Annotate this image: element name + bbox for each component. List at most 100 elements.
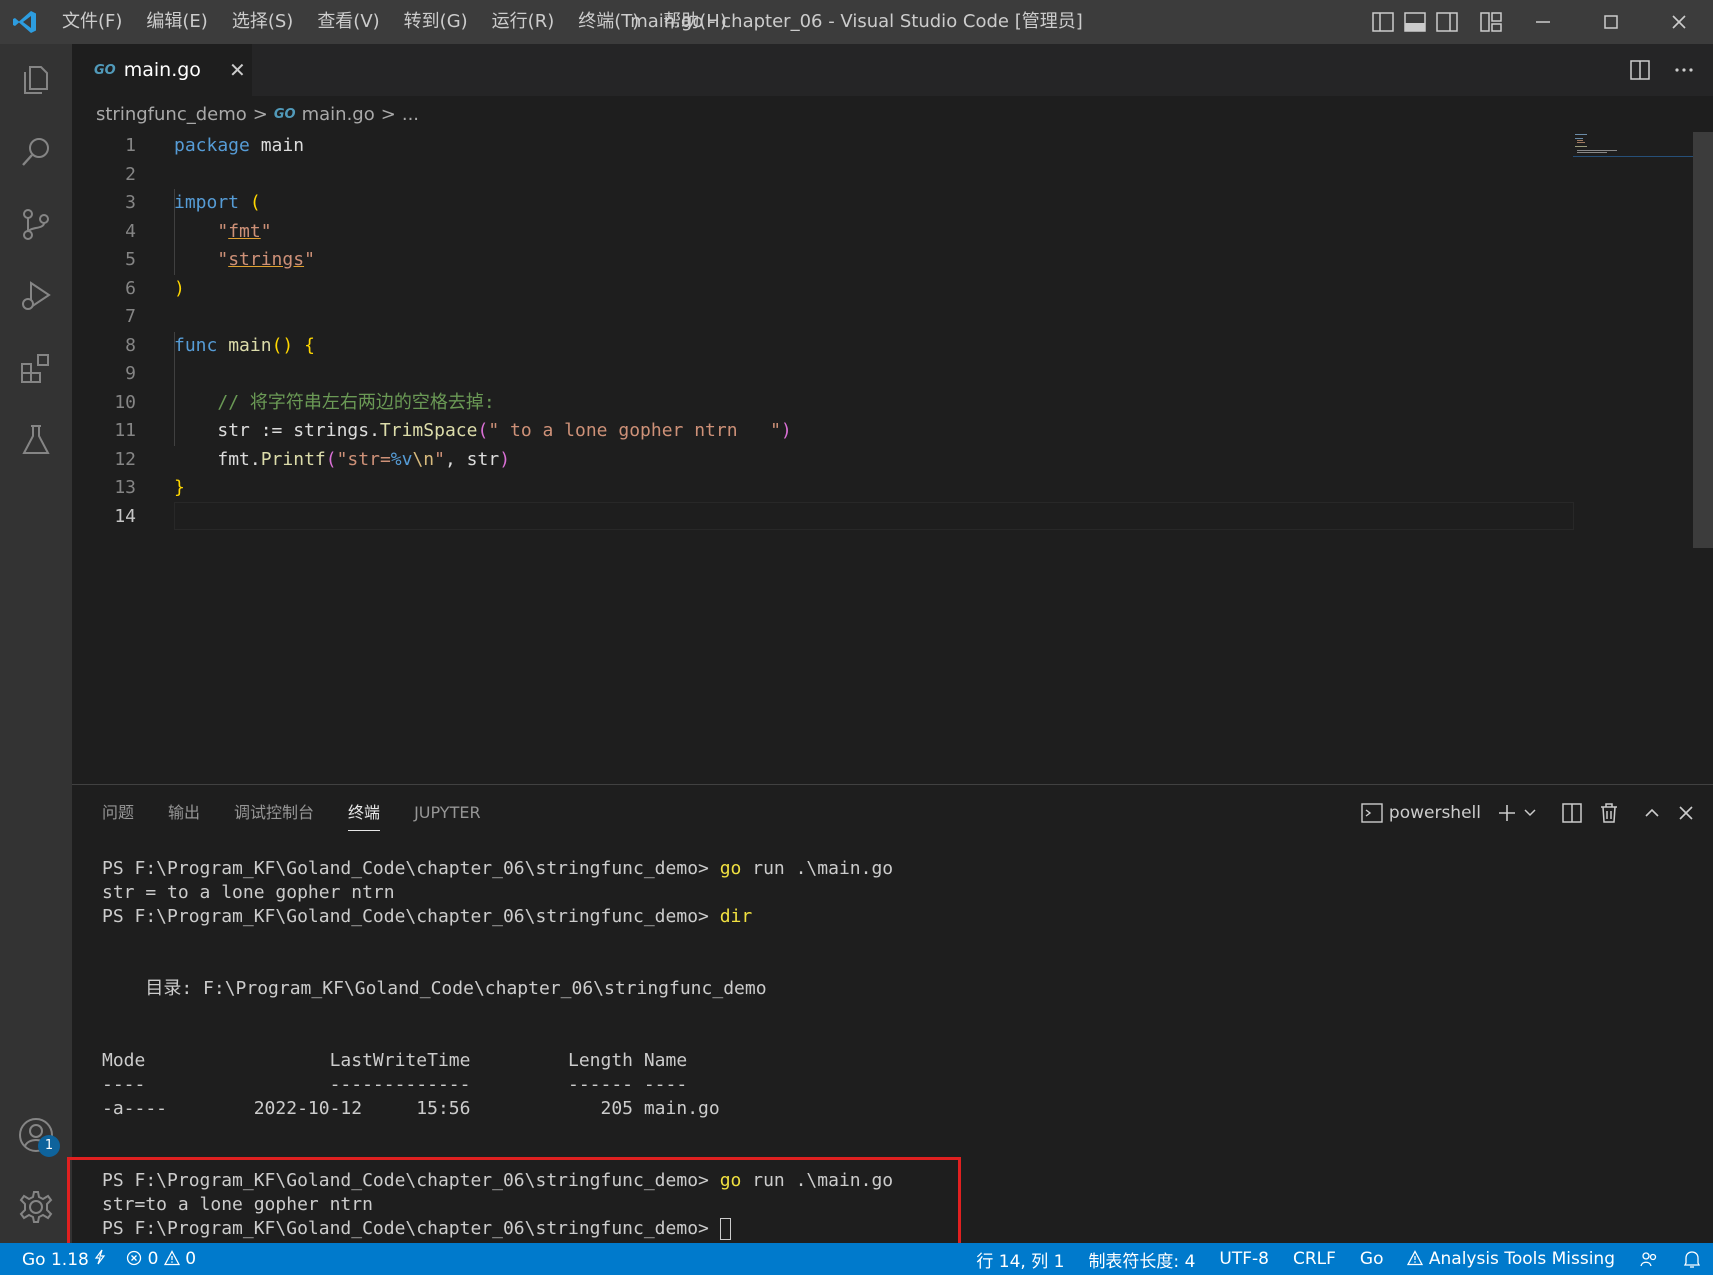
- search-button[interactable]: [0, 116, 72, 188]
- terminal-prompt: PS F:\Program_KF\Goland_Code\chapter_06\…: [102, 858, 720, 879]
- menu-go[interactable]: 转到(G): [392, 0, 480, 44]
- escape-sequence: \n: [412, 448, 435, 470]
- encoding[interactable]: UTF-8: [1219, 1249, 1269, 1269]
- layout-controls: [1371, 0, 1503, 44]
- source-control-button[interactable]: [0, 188, 72, 260]
- toggle-primary-sidebar-icon[interactable]: [1371, 11, 1395, 33]
- manage-button[interactable]: [0, 1171, 72, 1243]
- accounts-button[interactable]: 1: [0, 1099, 72, 1171]
- code-line: 5 "strings": [72, 246, 1572, 275]
- warning-icon: [1407, 1250, 1424, 1266]
- close-panel-icon[interactable]: [1677, 804, 1695, 822]
- menu-terminal[interactable]: 终端(T): [566, 0, 651, 44]
- maximize-button[interactable]: [1577, 0, 1645, 44]
- menu-edit[interactable]: 编辑(E): [134, 0, 219, 44]
- cursor-position[interactable]: 行 14, 列 1: [976, 1247, 1064, 1272]
- new-terminal-icon[interactable]: [1497, 803, 1517, 823]
- explorer-button[interactable]: [0, 44, 72, 116]
- tab-label: main.go: [123, 59, 201, 81]
- customize-layout-icon[interactable]: [1479, 11, 1503, 33]
- bracket: ): [499, 448, 511, 470]
- bracket: }: [174, 477, 185, 498]
- split-terminal-icon[interactable]: [1561, 802, 1583, 824]
- string-quote: ": [304, 249, 315, 270]
- code-line: 4 "fmt": [72, 218, 1572, 247]
- bracket: (: [249, 192, 261, 213]
- line-number: 7: [125, 306, 136, 327]
- bell-icon[interactable]: [1683, 1249, 1701, 1269]
- code-editor[interactable]: 1 package main 2 3 import ( 4 "fmt" 5 "str…: [72, 132, 1713, 784]
- close-window-button[interactable]: [1645, 0, 1713, 44]
- problems-summary[interactable]: 0 0: [126, 1249, 196, 1269]
- menu-view[interactable]: 查看(V): [305, 0, 391, 44]
- extensions-icon: [21, 354, 49, 383]
- panel-actions: powershell: [1361, 785, 1695, 841]
- extensions-button[interactable]: [0, 332, 72, 404]
- testing-icon: [22, 425, 50, 454]
- code-line: 2: [72, 161, 1572, 190]
- error-icon: [127, 1250, 142, 1266]
- menu-help[interactable]: 帮助(H): [651, 0, 739, 44]
- bracket: (: [325, 448, 337, 470]
- menu-selection[interactable]: 选择(S): [220, 0, 305, 44]
- tab-close-icon[interactable]: ✕: [229, 58, 246, 82]
- tab-main-go[interactable]: GO main.go ✕: [72, 44, 252, 96]
- terminal-line: 目录: F:\Program_KF\Goland_Code\chapter_06…: [102, 978, 767, 999]
- tab-jupyter[interactable]: JUPYTER: [414, 785, 481, 841]
- split-editor-icon[interactable]: [1629, 59, 1651, 81]
- breadcrumb-file[interactable]: main.go: [302, 104, 375, 125]
- breadcrumb-folder[interactable]: stringfunc_demo: [96, 104, 247, 125]
- code-line: 8 func main() {: [72, 332, 1572, 361]
- feedback-icon[interactable]: [1639, 1249, 1659, 1269]
- trash-icon[interactable]: [1599, 802, 1619, 824]
- indentation[interactable]: 制表符长度: 4: [1088, 1247, 1195, 1272]
- line-number-active: 14: [114, 505, 136, 527]
- run-debug-button[interactable]: [0, 260, 72, 332]
- terminal-icon: [1361, 803, 1383, 823]
- bracket: (: [477, 420, 489, 441]
- tab-output[interactable]: 输出: [168, 785, 200, 841]
- go-file-icon: GO: [94, 62, 116, 78]
- line-number: 8: [125, 334, 136, 356]
- end-of-line[interactable]: CRLF: [1293, 1249, 1336, 1269]
- bracket: ): [780, 420, 792, 441]
- toggle-panel-icon[interactable]: [1403, 11, 1427, 33]
- tab-problems[interactable]: 问题: [102, 785, 134, 841]
- terminal-line: Mode LastWriteTime Length Name: [102, 1050, 688, 1071]
- more-actions-icon[interactable]: [1673, 59, 1695, 81]
- tab-debug-console[interactable]: 调试控制台: [234, 785, 314, 841]
- breadcrumb-more[interactable]: ...: [402, 104, 419, 125]
- editor-scrollbar[interactable]: [1693, 132, 1713, 548]
- chevron-down-icon[interactable]: [1523, 806, 1537, 820]
- bracket: {: [304, 334, 315, 356]
- analysis-tools-missing[interactable]: Analysis Tools Missing: [1407, 1249, 1615, 1269]
- menu-bar: 文件(F) 编辑(E) 选择(S) 查看(V) 转到(G) 运行(R) 终端(T…: [50, 0, 739, 44]
- identifier: fmt.: [217, 448, 261, 470]
- minimap[interactable]: [1573, 132, 1693, 162]
- code-line: 6): [72, 275, 1572, 304]
- maximize-panel-icon[interactable]: [1643, 804, 1661, 822]
- comment: // 将字符串左右两边的空格去掉:: [217, 391, 495, 413]
- code-line: 10 // 将字符串左右两边的空格去掉:: [72, 389, 1572, 418]
- menu-file[interactable]: 文件(F): [50, 0, 134, 44]
- terminal-shell-name[interactable]: powershell: [1389, 803, 1481, 823]
- testing-button[interactable]: [0, 404, 72, 476]
- status-bar: Go 1.18 0 0 行 14, 列 1 制表符长度: 4 UTF-8 CRL…: [0, 1243, 1713, 1275]
- minimize-button[interactable]: [1509, 0, 1577, 44]
- accounts-badge: 1: [38, 1135, 60, 1157]
- code-line: 14: [72, 503, 1572, 532]
- tab-terminal[interactable]: 终端: [348, 785, 381, 841]
- bracket: ): [174, 277, 185, 299]
- breadcrumb-separator: >: [380, 103, 396, 125]
- go-version[interactable]: Go 1.18: [22, 1249, 106, 1270]
- code-line: 7: [72, 303, 1572, 332]
- line-number: 6: [125, 277, 136, 299]
- menu-run[interactable]: 运行(R): [480, 0, 567, 44]
- error-count: 0: [147, 1249, 159, 1269]
- breadcrumb-go-icon: GO: [273, 106, 296, 122]
- terminal-line: str = to a lone gopher ntrn: [102, 882, 395, 903]
- gear-icon: [19, 1191, 53, 1223]
- bracket: (): [271, 334, 294, 356]
- toggle-secondary-sidebar-icon[interactable]: [1435, 11, 1459, 33]
- language-mode[interactable]: Go: [1360, 1249, 1384, 1269]
